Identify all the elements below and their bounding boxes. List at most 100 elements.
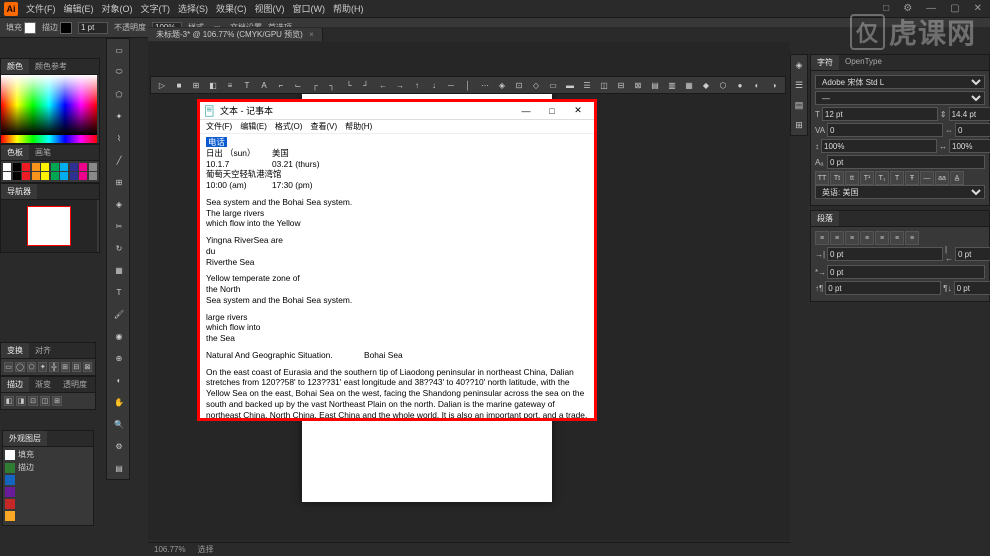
notepad-menu-edit[interactable]: 编辑(E) <box>240 121 267 132</box>
subtool-23[interactable]: ▭ <box>546 78 560 92</box>
tab-brushes[interactable]: 画笔 <box>29 145 57 160</box>
subtool-13[interactable]: ← <box>376 78 390 92</box>
tab-transform[interactable]: 变换 <box>1 343 29 358</box>
search-icon[interactable]: ⚙ <box>899 3 916 14</box>
para-align-4[interactable]: ≡ <box>875 231 889 245</box>
swatch-chip[interactable] <box>13 163 21 171</box>
tool-6[interactable]: ⊞ <box>107 171 131 193</box>
swatch-chip[interactable] <box>89 163 97 171</box>
workspace-icon[interactable]: □ <box>879 3 893 14</box>
subtool-14[interactable]: → <box>393 78 407 92</box>
appearance-swatch[interactable] <box>5 463 15 473</box>
notepad-close[interactable]: ✕ <box>566 104 590 118</box>
document-tab[interactable]: 未标题-3* @ 106.77% (CMYK/GPU 预览) × <box>148 28 323 41</box>
subtool-35[interactable]: ◐ <box>750 78 764 92</box>
shape-mode-7[interactable]: ⊠ <box>83 362 92 372</box>
menu-file[interactable]: 文件(F) <box>26 2 56 15</box>
hue-strip[interactable] <box>1 135 97 143</box>
char-transform-3[interactable]: T¹ <box>860 171 874 185</box>
swatch-chip[interactable] <box>79 163 87 171</box>
shape-mode-0[interactable]: ▭ <box>4 362 13 372</box>
tool-8[interactable]: ✂ <box>107 215 131 237</box>
appearance-swatch[interactable] <box>5 499 15 509</box>
char-transform-6[interactable]: Ŧ <box>905 171 919 185</box>
subtool-15[interactable]: ↑ <box>410 78 424 92</box>
space-before-field[interactable] <box>825 281 941 295</box>
swatch-chip[interactable] <box>70 163 78 171</box>
subtool-36[interactable]: ◑ <box>767 78 781 92</box>
baseline-field[interactable] <box>827 155 985 169</box>
tab-navigator[interactable]: 导航器 <box>1 184 37 199</box>
window-maximize[interactable]: ▢ <box>946 3 963 14</box>
tool-18[interactable]: ⚙ <box>107 435 131 457</box>
char-transform-1[interactable]: Tt <box>830 171 844 185</box>
pathfinder-0[interactable]: ◧ <box>4 396 14 406</box>
tool-5[interactable]: ╱ <box>107 149 131 171</box>
right-strip-2[interactable]: ▤ <box>791 95 807 115</box>
subtool-0[interactable]: ▷ <box>155 78 169 92</box>
tool-17[interactable]: 🔍 <box>107 413 131 435</box>
notepad-menu-help[interactable]: 帮助(H) <box>345 121 372 132</box>
swatch-chip[interactable] <box>79 172 87 180</box>
swatches-grid[interactable] <box>1 161 99 182</box>
tab-appearance[interactable]: 外观图层 <box>3 431 47 446</box>
subtool-2[interactable]: ⊞ <box>189 78 203 92</box>
pathfinder-3[interactable]: ◫ <box>40 396 50 406</box>
fill-swatch[interactable] <box>24 22 36 34</box>
tab-character[interactable]: 字符 <box>811 55 839 70</box>
subtool-28[interactable]: ⊠ <box>631 78 645 92</box>
swatch-chip[interactable] <box>3 163 11 171</box>
swatch-chip[interactable] <box>41 163 49 171</box>
shape-mode-1[interactable]: ◯ <box>15 362 25 372</box>
notepad-titlebar[interactable]: 文本 - 记事本 — □ ✕ <box>200 102 594 120</box>
subtool-3[interactable]: ◧ <box>206 78 220 92</box>
window-close[interactable]: ✕ <box>970 3 986 14</box>
indent-left-field[interactable] <box>827 247 943 261</box>
subtool-30[interactable]: ▥ <box>665 78 679 92</box>
subtool-29[interactable]: ▤ <box>648 78 662 92</box>
menu-object[interactable]: 对象(O) <box>102 2 133 15</box>
menu-select[interactable]: 选择(S) <box>178 2 208 15</box>
appearance-swatch[interactable] <box>5 487 15 497</box>
tool-15[interactable]: ◐ <box>107 369 131 391</box>
char-transform-0[interactable]: TT <box>815 171 829 185</box>
right-strip-1[interactable]: ☰ <box>791 75 807 95</box>
tab-gradient[interactable]: 渐变 <box>29 377 57 392</box>
swatch-chip[interactable] <box>51 172 59 180</box>
subtool-27[interactable]: ⊟ <box>614 78 628 92</box>
menu-window[interactable]: 窗口(W) <box>293 2 326 15</box>
font-style-select[interactable]: — <box>815 91 985 105</box>
tab-align[interactable]: 对齐 <box>29 343 57 358</box>
pathfinder-4[interactable]: ⊞ <box>52 396 62 406</box>
tool-10[interactable]: ▦ <box>107 259 131 281</box>
indent-right-field[interactable] <box>955 247 990 261</box>
char-transform-8[interactable]: aa <box>935 171 949 185</box>
space-after-field[interactable] <box>954 281 990 295</box>
notepad-menu-view[interactable]: 查看(V) <box>310 121 337 132</box>
appearance-swatch[interactable] <box>5 450 15 460</box>
subtool-32[interactable]: ◆ <box>699 78 713 92</box>
tab-paragraph[interactable]: 段落 <box>811 211 839 226</box>
swatch-chip[interactable] <box>32 172 40 180</box>
menu-effect[interactable]: 效果(C) <box>216 2 247 15</box>
zoom-level[interactable]: 106.77% <box>154 545 186 554</box>
shape-mode-6[interactable]: ⊟ <box>72 362 81 372</box>
notepad-maximize[interactable]: □ <box>540 104 564 118</box>
menu-view[interactable]: 视图(V) <box>255 2 285 15</box>
subtool-16[interactable]: ↓ <box>427 78 441 92</box>
para-align-1[interactable]: ≡ <box>830 231 844 245</box>
tool-3[interactable]: ✦ <box>107 105 131 127</box>
subtool-21[interactable]: ⊡ <box>512 78 526 92</box>
subtool-34[interactable]: ● <box>733 78 747 92</box>
color-spectrum[interactable] <box>1 75 97 135</box>
swatch-chip[interactable] <box>70 172 78 180</box>
tool-14[interactable]: ⊕ <box>107 347 131 369</box>
para-align-5[interactable]: ≡ <box>890 231 904 245</box>
tool-2[interactable]: ⬠ <box>107 83 131 105</box>
stroke-weight-field[interactable] <box>78 22 108 34</box>
swatch-chip[interactable] <box>60 163 68 171</box>
right-strip-3[interactable]: ⊞ <box>791 115 807 135</box>
tool-13[interactable]: ◉ <box>107 325 131 347</box>
char-transform-9[interactable]: A̲ <box>950 171 964 185</box>
subtool-33[interactable]: ⬡ <box>716 78 730 92</box>
